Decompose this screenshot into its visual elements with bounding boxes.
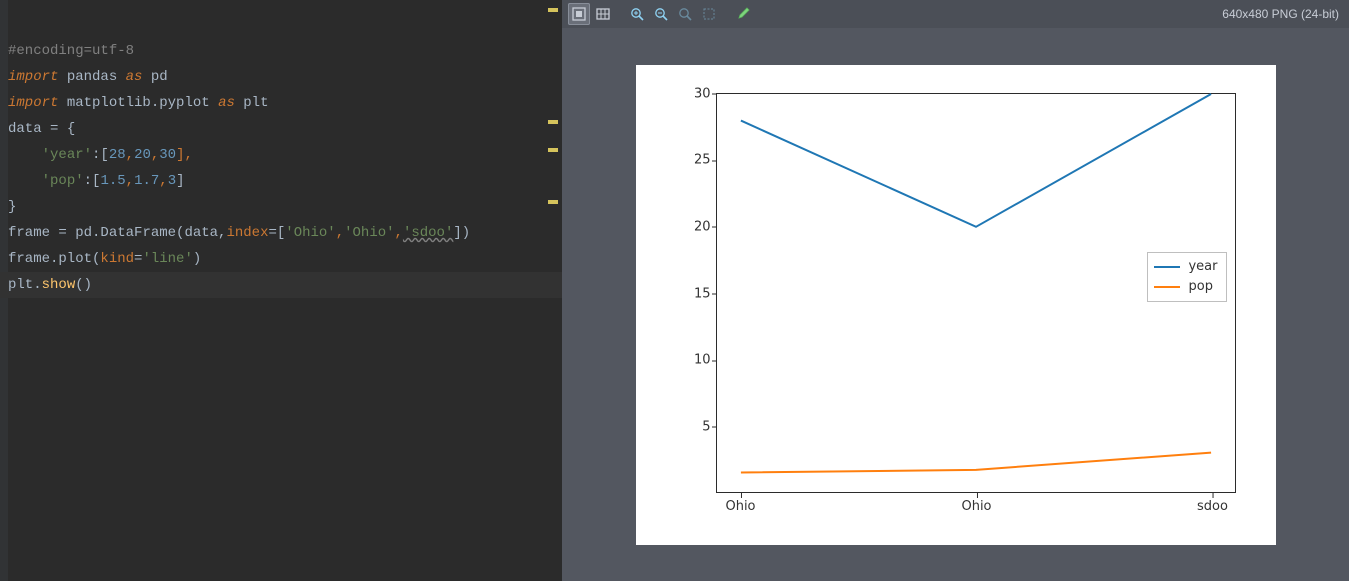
y-tick-label: 15 [683,286,711,301]
chart-legend: year pop [1147,252,1226,302]
x-tick-label: Ohio [725,499,755,514]
image-viewer: 640x480 PNG (24-bit) 5 10 15 20 25 30 Ohio Ohi… [562,0,1349,581]
legend-label: year [1188,259,1217,274]
zoom-in-button[interactable] [626,3,648,25]
color-picker-button[interactable] [732,3,754,25]
kw-import: import [8,69,58,85]
kw-import: import [8,95,58,111]
viewer-canvas[interactable]: 5 10 15 20 25 30 Ohio Ohio sdoo year pop [562,28,1349,581]
legend-label: pop [1188,279,1212,294]
y-tick-label: 25 [683,153,711,168]
chart-axes: 51015202530 OhioOhiosdoo year pop [716,93,1236,493]
legend-swatch-icon [1154,266,1180,268]
image-info: 640x480 PNG (24-bit) [1222,7,1343,21]
legend-swatch-icon [1154,286,1180,288]
y-tick-label: 30 [683,86,711,101]
fit-to-window-button[interactable] [568,3,590,25]
line-series-year [740,94,1210,227]
line-series-pop [740,452,1210,472]
legend-entry: year [1154,257,1217,277]
x-tick-label: sdoo [1197,499,1228,514]
legend-entry: pop [1154,277,1217,297]
chart-figure: 5 10 15 20 25 30 Ohio Ohio sdoo year pop [636,65,1276,545]
y-tick-label: 5 [683,419,711,434]
code-area[interactable]: #encoding=utf-8 import pandas as pd impo… [8,12,470,324]
zoom-out-button[interactable] [650,3,672,25]
zoom-region-button[interactable] [698,3,720,25]
y-tick-label: 20 [683,219,711,234]
zoom-reset-button[interactable] [674,3,696,25]
x-tick-label: Ohio [961,499,991,514]
code-comment: #encoding=utf-8 [8,43,134,59]
viewer-toolbar: 640x480 PNG (24-bit) [562,0,1349,28]
actual-size-button[interactable] [592,3,614,25]
code-editor[interactable]: #encoding=utf-8 import pandas as pd impo… [0,0,562,581]
y-tick-label: 10 [683,353,711,368]
